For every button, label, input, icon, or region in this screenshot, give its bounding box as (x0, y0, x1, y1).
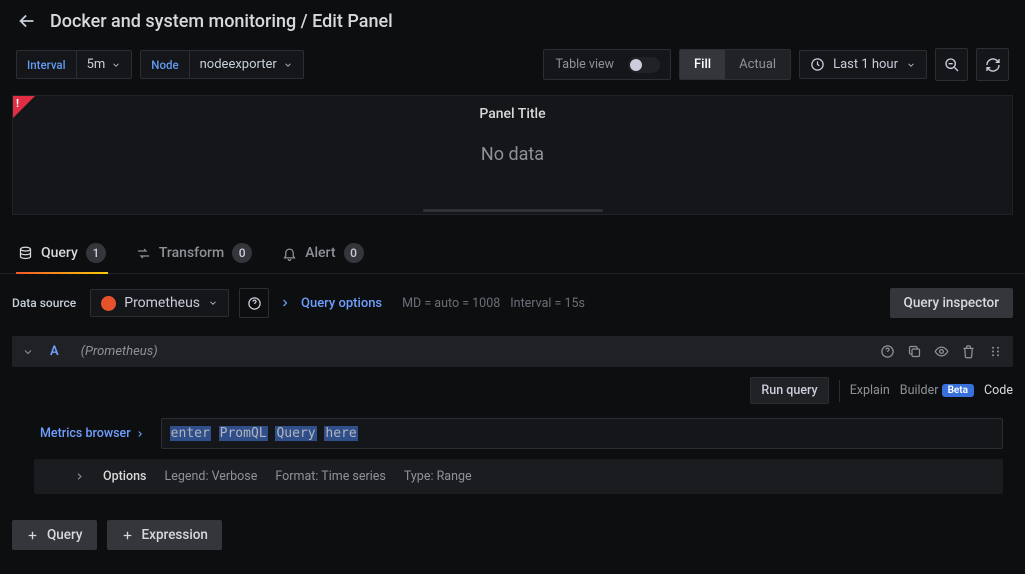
type-summary: Type: Range (404, 469, 472, 484)
chevron-right-icon[interactable] (279, 297, 291, 309)
toggle-switch-icon (628, 57, 660, 73)
table-view-toggle[interactable]: Table view (543, 49, 671, 80)
error-badge-icon[interactable] (13, 96, 35, 118)
query-placeholder: enter PromQL Query here (170, 426, 358, 441)
var-node-value: nodeexporter (200, 57, 277, 72)
actual-button[interactable]: Actual (725, 50, 790, 79)
query-options-link[interactable]: Query options (301, 296, 382, 311)
var-interval-select[interactable]: 5m (76, 50, 133, 79)
back-button[interactable] (16, 10, 38, 32)
tab-transform[interactable]: Transform 0 (134, 235, 254, 273)
tab-query-label: Query (41, 245, 78, 261)
legend-summary: Legend: Verbose (164, 469, 257, 484)
refresh-button[interactable] (976, 48, 1009, 81)
var-node-label: Node (140, 50, 188, 79)
var-interval-value: 5m (87, 57, 106, 72)
run-query-button[interactable]: Run query (750, 377, 828, 404)
no-data-text: No data (481, 144, 544, 165)
chevron-down-icon (906, 60, 916, 70)
format-summary: Format: Time series (275, 469, 386, 484)
question-icon (247, 296, 262, 311)
zoom-out-button[interactable] (935, 48, 968, 81)
chevron-down-icon (283, 60, 293, 70)
var-interval-label: Interval (16, 50, 76, 79)
refresh-icon (985, 57, 1001, 73)
chevron-right-icon[interactable] (74, 471, 85, 482)
help-icon[interactable] (880, 344, 895, 359)
add-expression-label: Expression (142, 527, 208, 543)
resize-handle[interactable] (423, 209, 603, 212)
var-node-select[interactable]: nodeexporter (189, 50, 304, 79)
query-inspector-button[interactable]: Query inspector (890, 288, 1013, 318)
prometheus-logo-icon (101, 296, 116, 311)
tab-alert-label: Alert (305, 245, 335, 261)
clock-icon (810, 57, 825, 72)
chevron-down-icon (111, 60, 121, 70)
query-source-label[interactable]: (Prometheus) (81, 344, 158, 359)
plus-icon (26, 529, 39, 542)
add-query-button[interactable]: Query (12, 520, 97, 550)
datasource-value: Prometheus (124, 295, 200, 311)
chevron-right-icon (135, 429, 145, 439)
builder-mode-button[interactable]: Builder Beta (900, 383, 974, 398)
time-range-value: Last 1 hour (833, 57, 898, 72)
tab-query-count: 1 (86, 243, 106, 263)
tab-alert[interactable]: Alert 0 (280, 235, 365, 273)
trash-icon[interactable] (961, 344, 976, 359)
query-input[interactable]: enter PromQL Query here (161, 418, 1003, 449)
metrics-browser-label: Metrics browser (40, 426, 131, 441)
panel-preview: Panel Title No data (12, 95, 1013, 215)
drag-handle-icon[interactable] (988, 344, 1003, 359)
add-expression-button[interactable]: Expression (107, 520, 222, 550)
md-info: MD = auto = 1008 (402, 296, 500, 311)
eye-icon[interactable] (934, 344, 949, 359)
query-letter[interactable]: A (44, 344, 71, 359)
time-range-picker[interactable]: Last 1 hour (799, 50, 927, 79)
plus-icon (121, 529, 134, 542)
collapse-row-chevron[interactable] (22, 346, 34, 358)
tab-transform-count: 0 (232, 243, 252, 263)
database-icon (18, 246, 33, 261)
transform-icon (136, 246, 151, 261)
datasource-label: Data source (12, 296, 80, 310)
explain-toggle[interactable]: Explain (850, 383, 890, 398)
beta-badge: Beta (942, 384, 974, 397)
tab-transform-label: Transform (159, 245, 224, 261)
datasource-select[interactable]: Prometheus (90, 289, 229, 317)
copy-icon[interactable] (907, 344, 922, 359)
datasource-help-button[interactable] (239, 288, 269, 318)
interval-info: Interval = 15s (510, 296, 585, 311)
metrics-browser-button[interactable]: Metrics browser (34, 418, 151, 449)
chevron-down-icon (208, 298, 218, 308)
builder-label: Builder (900, 383, 939, 398)
bell-icon (282, 246, 297, 261)
breadcrumb[interactable]: Docker and system monitoring / Edit Pane… (50, 11, 393, 32)
options-label[interactable]: Options (103, 469, 146, 484)
divider (839, 380, 840, 402)
fill-button[interactable]: Fill (680, 50, 725, 79)
tab-alert-count: 0 (344, 243, 364, 263)
add-query-label: Query (47, 527, 83, 543)
tab-query[interactable]: Query 1 (16, 235, 108, 273)
panel-title[interactable]: Panel Title (479, 96, 545, 136)
code-mode-button[interactable]: Code (984, 383, 1013, 398)
zoom-out-icon (944, 57, 960, 73)
table-view-label: Table view (544, 50, 626, 79)
